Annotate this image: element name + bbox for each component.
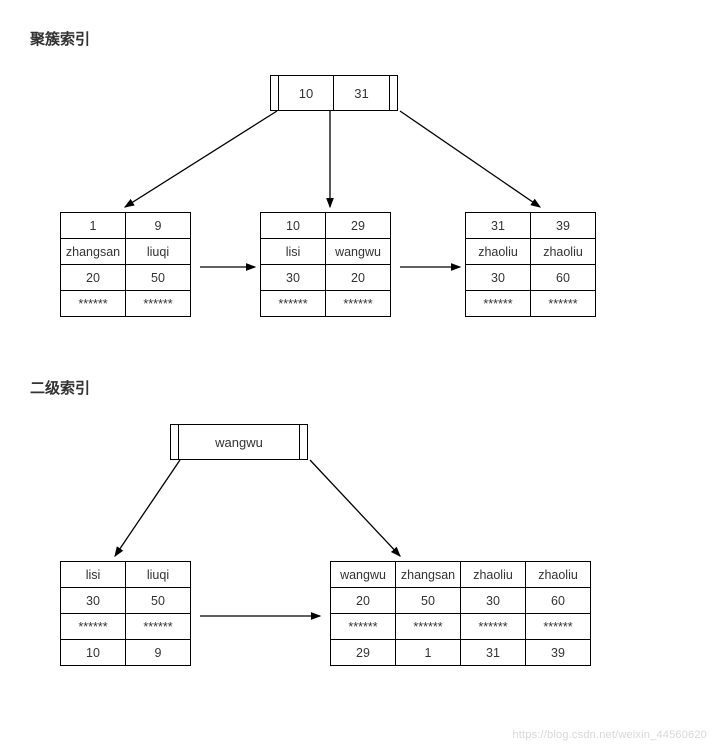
- leaf-node-1b: wangwu zhangsan zhaoliu zhaoliu 20 50 30…: [330, 561, 591, 666]
- cell: 1: [61, 213, 126, 239]
- cell: 60: [526, 588, 591, 614]
- cell: ******: [126, 614, 191, 640]
- root-cap-right: [299, 425, 307, 459]
- cell: 31: [461, 640, 526, 666]
- secondary-index-diagram: wangwu lisiliuqi 3050 ************ 109 w…: [30, 416, 697, 696]
- section1-title: 聚簇索引: [30, 28, 697, 49]
- cell: ******: [326, 291, 391, 317]
- root-node: 10 31: [270, 75, 398, 111]
- cell: 9: [126, 213, 191, 239]
- cell: 50: [126, 588, 191, 614]
- cell: 20: [331, 588, 396, 614]
- leaf-node-1: 1029 lisiwangwu 3020 ************: [260, 212, 391, 317]
- cell: zhaoliu: [466, 239, 531, 265]
- cell: ******: [526, 614, 591, 640]
- root-cell-1: 31: [334, 76, 389, 110]
- cell: ******: [331, 614, 396, 640]
- clustered-index-diagram: 10 31 19 zhangsanliuqi 2050 ************…: [30, 67, 697, 347]
- cell: zhangsan: [396, 562, 461, 588]
- cell: 9: [126, 640, 191, 666]
- cell: 50: [396, 588, 461, 614]
- cell: 30: [466, 265, 531, 291]
- cell: 10: [61, 640, 126, 666]
- cell: ******: [531, 291, 596, 317]
- cell: ******: [461, 614, 526, 640]
- cell: 1: [396, 640, 461, 666]
- cell: 29: [331, 640, 396, 666]
- cell: lisi: [61, 562, 126, 588]
- cell: ******: [126, 291, 191, 317]
- leaf-node-0b: lisiliuqi 3050 ************ 109: [60, 561, 191, 666]
- cell: 20: [326, 265, 391, 291]
- section2-title: 二级索引: [30, 377, 697, 398]
- cell: ******: [261, 291, 326, 317]
- cell: liuqi: [126, 562, 191, 588]
- cell: 20: [61, 265, 126, 291]
- cell: zhaoliu: [526, 562, 591, 588]
- cell: liuqi: [126, 239, 191, 265]
- cell: 39: [526, 640, 591, 666]
- cell: 30: [461, 588, 526, 614]
- root-cap-right: [389, 76, 397, 110]
- cell: 60: [531, 265, 596, 291]
- cell: zhaoliu: [461, 562, 526, 588]
- cell: 30: [261, 265, 326, 291]
- leaf-node-0: 19 zhangsanliuqi 2050 ************: [60, 212, 191, 317]
- cell: zhangsan: [61, 239, 126, 265]
- cell: wangwu: [326, 239, 391, 265]
- cell: ******: [61, 614, 126, 640]
- root-node-2: wangwu: [170, 424, 308, 460]
- cell: 10: [261, 213, 326, 239]
- cell: zhaoliu: [531, 239, 596, 265]
- cell: 29: [326, 213, 391, 239]
- cell: wangwu: [331, 562, 396, 588]
- watermark: https://blog.csdn.net/weixin_44560620: [512, 729, 707, 741]
- root-cell-0: 10: [279, 76, 334, 110]
- cell: lisi: [261, 239, 326, 265]
- cell: ******: [61, 291, 126, 317]
- cell: 39: [531, 213, 596, 239]
- root-label: wangwu: [179, 425, 299, 459]
- cell: 31: [466, 213, 531, 239]
- root-cap-left: [171, 425, 179, 459]
- root-cap-left: [271, 76, 279, 110]
- cell: 50: [126, 265, 191, 291]
- cell: ******: [466, 291, 531, 317]
- leaf-node-2: 3139 zhaoliuzhaoliu 3060 ************: [465, 212, 596, 317]
- cell: 30: [61, 588, 126, 614]
- cell: ******: [396, 614, 461, 640]
